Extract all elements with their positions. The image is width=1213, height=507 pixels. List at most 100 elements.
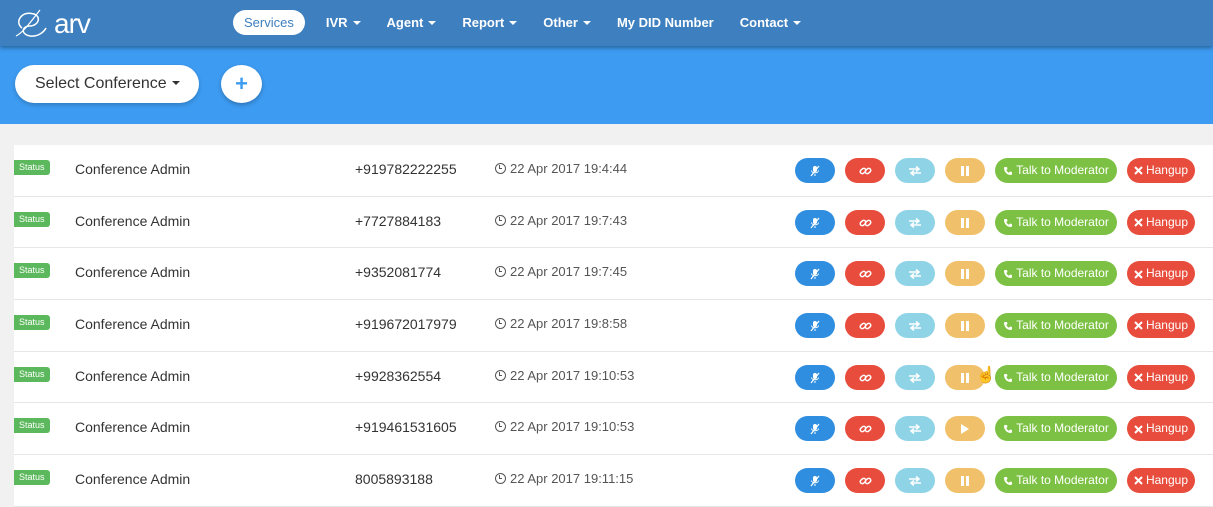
nav-item-label: Agent xyxy=(386,15,424,30)
hold-button[interactable] xyxy=(945,158,985,183)
nav-item-services[interactable]: Services xyxy=(233,10,305,35)
hangup-button[interactable]: Hangup xyxy=(1127,416,1195,442)
participant-row: Status Conference Admin +9352081774 22 Apr … xyxy=(14,248,1213,301)
hangup-button[interactable]: Hangup xyxy=(1127,158,1195,183)
link-button[interactable] xyxy=(845,261,885,287)
select-conference-label: Select Conference xyxy=(35,75,167,92)
nav-item-agent[interactable]: Agent xyxy=(377,10,447,35)
transfer-button[interactable] xyxy=(895,364,935,390)
participant-row: Status Conference Admin +7727884183 22 Apr … xyxy=(14,196,1213,249)
nav-item-other[interactable]: Other xyxy=(533,10,601,35)
chevron-down-icon xyxy=(582,20,591,25)
join-time-text: 22 Apr 2017 19:4:44 xyxy=(510,161,628,176)
link-icon xyxy=(858,215,872,229)
participant-name: Conference Admin xyxy=(75,213,190,229)
talk-to-moderator-button[interactable]: Talk to Moderator xyxy=(995,313,1117,339)
hangup-button[interactable]: Hangup xyxy=(1127,209,1195,235)
select-conference-dropdown[interactable]: Select Conference xyxy=(15,65,199,103)
link-button[interactable] xyxy=(845,416,885,442)
talk-to-moderator-button[interactable]: Talk to Moderator xyxy=(995,468,1117,494)
mic-off-icon xyxy=(809,421,821,435)
sarv-logo[interactable]: arv xyxy=(12,6,92,40)
mute-button[interactable] xyxy=(795,313,835,339)
status-badge-text: Status xyxy=(19,420,45,431)
status-badge: Status xyxy=(14,263,50,279)
mute-button[interactable] xyxy=(795,468,835,494)
mute-button[interactable] xyxy=(795,209,835,235)
transfer-button[interactable] xyxy=(895,158,935,183)
transfer-icon xyxy=(908,215,922,229)
clock-icon xyxy=(495,214,506,226)
hangup-button[interactable]: Hangup xyxy=(1127,364,1195,390)
talk-to-moderator-button[interactable]: Talk to Moderator xyxy=(995,261,1117,287)
participant-name-text: Conference Admin xyxy=(75,316,191,333)
join-time-text: 22 Apr 2017 19:11:15 xyxy=(510,471,634,487)
status-badge: Status xyxy=(14,366,50,382)
participant-name: Conference Admin xyxy=(75,368,190,384)
join-time: 22 Apr 2017 19:7:43 xyxy=(495,213,627,228)
hold-button[interactable] xyxy=(945,261,985,287)
clock-icon xyxy=(495,473,506,485)
phone-icon xyxy=(1003,468,1013,493)
hangup-button[interactable]: Hangup xyxy=(1127,261,1195,287)
link-button[interactable] xyxy=(845,209,885,235)
phone-icon xyxy=(1003,365,1013,390)
transfer-button[interactable] xyxy=(895,416,935,442)
hangup-button[interactable]: Hangup xyxy=(1127,313,1195,339)
nav-item-report[interactable]: Report xyxy=(452,10,527,35)
talk-to-moderator-button[interactable]: Talk to Moderator xyxy=(995,364,1117,390)
participant-phone: +9352081774 xyxy=(355,264,441,280)
link-button[interactable] xyxy=(845,158,885,183)
mute-button[interactable] xyxy=(795,364,835,390)
participant-phone-text: +9928362554 xyxy=(355,367,442,384)
clock-icon xyxy=(495,421,506,433)
mute-button[interactable] xyxy=(795,416,835,442)
join-time: 22 Apr 2017 19:8:58 xyxy=(495,316,627,331)
hangup-label: Hangup xyxy=(1145,214,1189,229)
transfer-button[interactable] xyxy=(895,261,935,287)
hold-button[interactable] xyxy=(945,313,985,339)
transfer-button[interactable] xyxy=(895,313,935,339)
mute-button[interactable] xyxy=(795,158,835,183)
nav-item-ivr[interactable]: IVR xyxy=(316,10,371,35)
link-button[interactable] xyxy=(845,468,885,494)
participant-name-text: Conference Admin xyxy=(75,161,191,177)
logo-text: arv xyxy=(54,8,91,39)
hold-button[interactable] xyxy=(945,416,985,442)
participant-name: Conference Admin xyxy=(75,316,190,332)
status-badge-text: Status xyxy=(19,213,45,224)
link-button[interactable] xyxy=(845,364,885,390)
participant-name-text: Conference Admin xyxy=(75,419,191,436)
link-icon xyxy=(858,370,872,384)
status-badge-text: Status xyxy=(19,162,45,172)
pause-icon xyxy=(960,215,970,229)
transfer-button[interactable] xyxy=(895,468,935,494)
clock-icon xyxy=(495,318,506,330)
pause-icon xyxy=(960,318,970,332)
phone-icon xyxy=(1003,210,1013,235)
mute-button[interactable] xyxy=(795,261,835,287)
hold-button[interactable] xyxy=(945,468,985,494)
transfer-icon xyxy=(908,318,922,332)
transfer-button[interactable] xyxy=(895,209,935,235)
nav-item-label: Services xyxy=(244,15,294,30)
chevron-down-icon xyxy=(428,20,437,25)
participant-phone: +919672017979 xyxy=(355,316,457,332)
participant-name-text: Conference Admin xyxy=(75,471,191,488)
talk-to-moderator-button[interactable]: Talk to Moderator xyxy=(995,209,1117,235)
participant-row: Status Conference Admin +919672017979 22 Ap… xyxy=(14,300,1213,352)
status-badge: Status xyxy=(14,315,50,331)
link-button[interactable] xyxy=(845,313,885,339)
status-badge-text: Status xyxy=(19,317,45,328)
nav-item-my-did-number[interactable]: My DID Number xyxy=(607,10,724,35)
hand-cursor-icon: ☝ xyxy=(976,366,996,384)
talk-to-moderator-button[interactable]: Talk to Moderator xyxy=(995,158,1117,183)
talk-to-moderator-button[interactable]: Talk to Moderator xyxy=(995,416,1117,442)
nav-item-contact[interactable]: Contact xyxy=(730,10,811,35)
hold-button[interactable] xyxy=(945,209,985,235)
talk-to-moderator-label: Talk to Moderator xyxy=(1016,163,1109,177)
mic-off-icon xyxy=(809,318,821,332)
nav-item-label: My DID Number xyxy=(616,15,714,30)
add-conference-button[interactable]: + xyxy=(221,65,262,103)
hangup-button[interactable]: Hangup xyxy=(1127,468,1195,494)
